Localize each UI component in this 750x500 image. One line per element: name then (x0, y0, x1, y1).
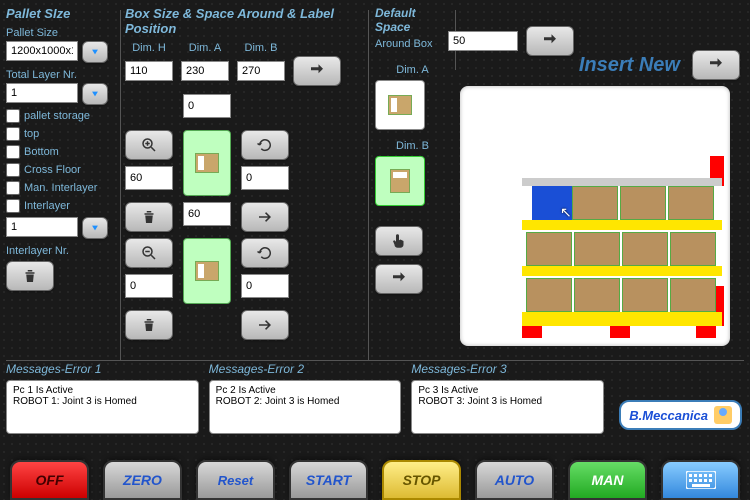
default-title: Default Space (375, 6, 450, 34)
pallet-storage-checkbox[interactable] (6, 109, 20, 123)
default-dima-label: Dim. A (375, 64, 450, 76)
pallet-storage-label: pallet storage (24, 110, 90, 122)
around-box-label: Around Box (375, 38, 450, 50)
msg1-line1: Pc 1 Is Active (13, 385, 192, 396)
default-dimb-label: Dim. B (375, 140, 450, 152)
insert-new-button[interactable] (692, 50, 740, 80)
logo-badge[interactable]: B.Meccanica (619, 400, 742, 430)
messages-3-title: Messages-Error 3 (411, 362, 604, 376)
box-preview-b (183, 238, 231, 304)
touch-button[interactable] (375, 226, 423, 256)
msg3-line1: Pc 3 Is Active (418, 385, 597, 396)
delete-b-button[interactable] (125, 310, 173, 340)
logo-icon (714, 406, 732, 424)
insert-button[interactable] (375, 264, 423, 294)
send-right-b-button[interactable] (241, 310, 289, 340)
total-layer-dropdown-button[interactable] (82, 83, 108, 105)
keyboard-button[interactable] (661, 460, 740, 500)
zoom-in-button[interactable] (125, 130, 173, 160)
msg3-line2: ROBOT 3: Joint 3 is Homed (418, 396, 597, 407)
reset-button[interactable]: Reset (196, 460, 275, 500)
total-layer-label: Total Layer Nr. (6, 69, 116, 81)
messages-1-box: Pc 1 Is Active ROBOT 1: Joint 3 is Homed (6, 380, 199, 434)
dimh-input[interactable] (125, 61, 173, 81)
pallet-size-input[interactable] (6, 41, 78, 61)
space-right-b-input[interactable] (241, 274, 289, 298)
messages-2-box: Pc 2 Is Active ROBOT 2: Joint 3 is Homed (209, 380, 402, 434)
delete-a-button[interactable] (125, 202, 173, 232)
man-interlayer-label: Man. Interlayer (24, 182, 97, 194)
space-left-b-input[interactable] (125, 274, 173, 298)
auto-button[interactable]: AUTO (475, 460, 554, 500)
messages-1-title: Messages-Error 1 (6, 362, 199, 376)
stop-button[interactable]: STOP (382, 460, 461, 500)
dimb-preview[interactable] (375, 156, 425, 206)
pallet-viewport[interactable]: ↖ (460, 86, 730, 346)
cursor-icon: ↖ (560, 204, 572, 221)
pallet-title: Pallet SIze (6, 6, 116, 21)
pallet-size-label: Pallet Size (6, 27, 116, 39)
rotate-a-button[interactable] (241, 130, 289, 160)
interlayer-input[interactable] (6, 217, 78, 237)
dimb-input[interactable] (237, 61, 285, 81)
cross-floor-label: Cross Floor (24, 164, 81, 176)
man-interlayer-checkbox[interactable] (6, 181, 20, 195)
man-button[interactable]: MAN (568, 460, 647, 500)
top-checkbox[interactable] (6, 127, 20, 141)
dima-preview[interactable] (375, 80, 425, 130)
messages-3-box: Pc 3 Is Active ROBOT 3: Joint 3 is Homed (411, 380, 604, 434)
zoom-out-button[interactable] (125, 238, 173, 268)
cross-floor-checkbox[interactable] (6, 163, 20, 177)
bottom-label: Bottom (24, 146, 59, 158)
box-title: Box Size & Space Around & Label Position (125, 6, 365, 36)
interlayer-nr-label: Interlayer Nr. (6, 245, 116, 257)
msg1-line2: ROBOT 1: Joint 3 is Homed (13, 396, 192, 407)
interlayer-dropdown-button[interactable] (82, 217, 108, 239)
pallet-size-dropdown-button[interactable] (82, 41, 108, 63)
dimb-label: Dim. B (237, 42, 285, 54)
start-button[interactable]: START (289, 460, 368, 500)
dima-input[interactable] (181, 61, 229, 81)
dima-label: Dim. A (181, 42, 229, 54)
bottom-checkbox[interactable] (6, 145, 20, 159)
dimh-label: Dim. H (125, 42, 173, 54)
insert-new-title: Insert New (579, 54, 680, 77)
send-right-a-button[interactable] (241, 202, 289, 232)
messages-2-title: Messages-Error 2 (209, 362, 402, 376)
interlayer-label: Interlayer (24, 200, 70, 212)
space-bottom-a-input[interactable] (183, 202, 231, 226)
logo-text: B.Meccanica (629, 408, 708, 423)
msg2-line1: Pc 2 Is Active (216, 385, 395, 396)
export-dims-button[interactable] (293, 56, 341, 86)
space-left-a-input[interactable] (125, 166, 173, 190)
interlayer-checkbox[interactable] (6, 199, 20, 213)
msg2-line2: ROBOT 2: Joint 3 is Homed (216, 396, 395, 407)
off-button[interactable]: OFF (10, 460, 89, 500)
space-top-a-input[interactable] (183, 94, 231, 118)
total-layer-input[interactable] (6, 83, 78, 103)
zero-button[interactable]: ZERO (103, 460, 182, 500)
box-preview-a (183, 130, 231, 196)
delete-interlayer-button[interactable] (6, 261, 54, 291)
space-right-a-input[interactable] (241, 166, 289, 190)
rotate-b-button[interactable] (241, 238, 289, 268)
top-label: top (24, 128, 39, 140)
